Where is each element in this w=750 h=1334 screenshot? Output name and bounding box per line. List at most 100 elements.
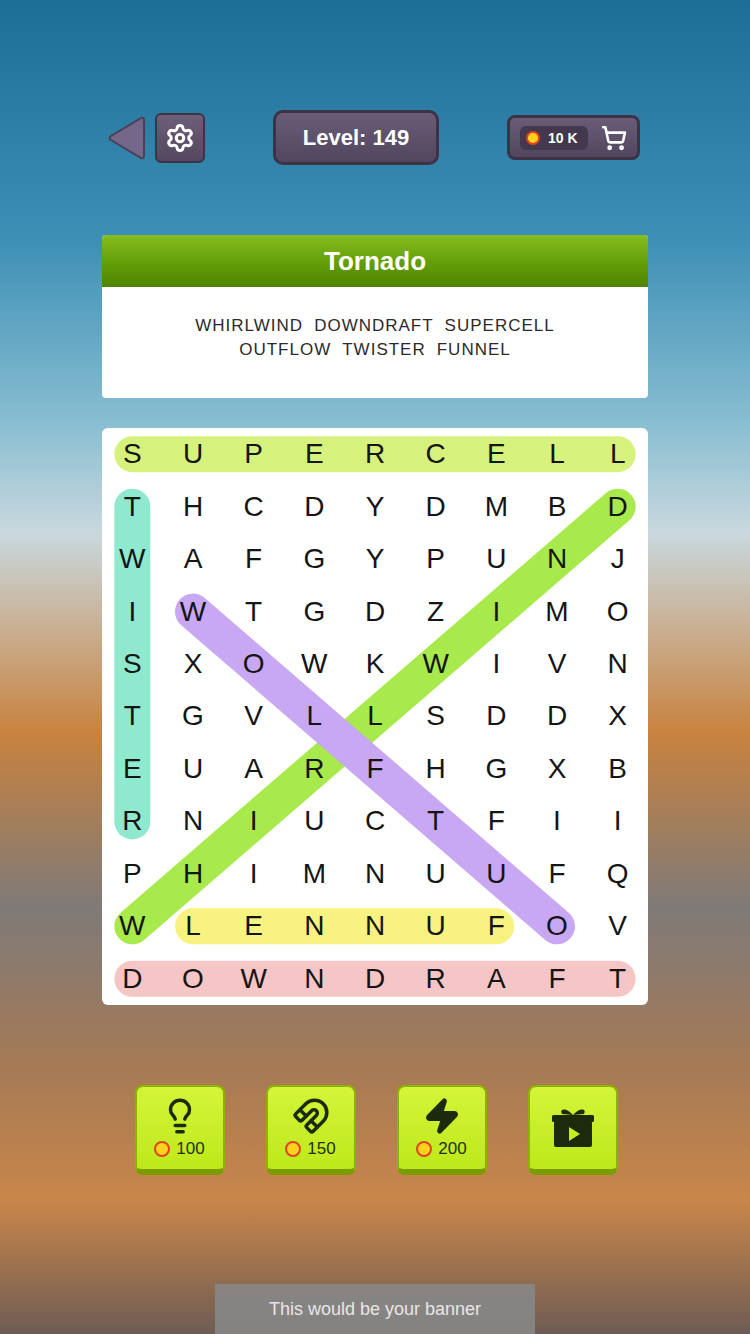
grid-letter[interactable]: U <box>405 848 466 900</box>
grid-letter[interactable]: N <box>284 953 345 1005</box>
grid-letter[interactable]: V <box>223 690 284 742</box>
grid-letter[interactable]: I <box>466 585 527 637</box>
grid-letter[interactable]: D <box>587 480 648 532</box>
grid-letter[interactable]: O <box>587 585 648 637</box>
grid-letter[interactable]: M <box>466 480 527 532</box>
grid-letter[interactable]: W <box>284 638 345 690</box>
shop-button[interactable] <box>601 125 627 151</box>
grid-letter[interactable]: R <box>102 795 163 847</box>
grid-letter[interactable]: D <box>527 690 588 742</box>
grid-letter[interactable]: R <box>405 953 466 1005</box>
grid-letter[interactable]: B <box>587 743 648 795</box>
grid-letter[interactable]: C <box>345 795 406 847</box>
grid-letter[interactable]: S <box>102 428 163 480</box>
grid-letter[interactable]: R <box>345 428 406 480</box>
hint-button[interactable]: 100 <box>135 1085 225 1175</box>
grid-letter[interactable]: T <box>587 953 648 1005</box>
grid-letter[interactable]: K <box>345 638 406 690</box>
grid-letter[interactable]: N <box>284 900 345 952</box>
grid-letter[interactable]: B <box>527 480 588 532</box>
grid-letter[interactable]: V <box>587 900 648 952</box>
grid-letter[interactable]: F <box>466 795 527 847</box>
grid-letter[interactable]: W <box>102 900 163 952</box>
grid-letter[interactable]: E <box>284 428 345 480</box>
grid-letter[interactable]: N <box>527 533 588 585</box>
grid-letter[interactable]: G <box>284 533 345 585</box>
grid-letter[interactable]: I <box>587 795 648 847</box>
grid-letter[interactable]: I <box>466 638 527 690</box>
grid-letter[interactable]: U <box>405 900 466 952</box>
grid-letter[interactable]: L <box>284 690 345 742</box>
grid-letter[interactable]: D <box>102 953 163 1005</box>
grid-letter[interactable]: I <box>102 585 163 637</box>
grid-letter[interactable]: O <box>223 638 284 690</box>
grid-letter[interactable]: X <box>527 743 588 795</box>
grid-letter[interactable]: H <box>163 848 224 900</box>
grid-letter[interactable]: U <box>284 795 345 847</box>
settings-button[interactable] <box>155 113 205 163</box>
grid-letter[interactable]: N <box>587 638 648 690</box>
grid-letter[interactable]: A <box>466 953 527 1005</box>
grid-letter[interactable]: N <box>163 795 224 847</box>
grid-letter[interactable]: X <box>163 638 224 690</box>
grid-letter[interactable]: D <box>345 953 406 1005</box>
grid-letter[interactable]: M <box>527 585 588 637</box>
grid-letter[interactable]: Q <box>587 848 648 900</box>
grid-letter[interactable]: E <box>102 743 163 795</box>
grid-letter[interactable]: T <box>405 795 466 847</box>
grid-letter[interactable]: W <box>102 533 163 585</box>
back-button[interactable] <box>105 113 145 163</box>
grid-letter[interactable]: F <box>223 533 284 585</box>
grid-letter[interactable]: H <box>163 480 224 532</box>
grid-letter[interactable]: M <box>284 848 345 900</box>
grid-letter[interactable]: W <box>405 638 466 690</box>
grid-letter[interactable]: W <box>223 953 284 1005</box>
grid-letter[interactable]: F <box>466 900 527 952</box>
grid-letter[interactable]: J <box>587 533 648 585</box>
grid-letter[interactable]: U <box>466 533 527 585</box>
grid-letter[interactable]: I <box>527 795 588 847</box>
grid-letter[interactable]: D <box>284 480 345 532</box>
grid-letter[interactable]: Y <box>345 533 406 585</box>
grid-letter[interactable]: S <box>405 690 466 742</box>
grid-letter[interactable]: G <box>466 743 527 795</box>
grid-letter[interactable]: L <box>345 690 406 742</box>
grid-letter[interactable]: A <box>223 743 284 795</box>
grid-letter[interactable]: N <box>345 848 406 900</box>
grid-letter[interactable]: O <box>527 900 588 952</box>
lightning-button[interactable]: 200 <box>397 1085 487 1175</box>
grid-letter[interactable]: I <box>223 795 284 847</box>
video-button[interactable] <box>528 1085 618 1175</box>
grid-letter[interactable]: F <box>345 743 406 795</box>
grid-letter[interactable]: Z <box>405 585 466 637</box>
grid-letter[interactable]: U <box>163 428 224 480</box>
grid-letter[interactable]: D <box>405 480 466 532</box>
grid-letter[interactable]: P <box>223 428 284 480</box>
grid-letter[interactable]: S <box>102 638 163 690</box>
grid-letter[interactable]: H <box>405 743 466 795</box>
grid-letter[interactable]: L <box>163 900 224 952</box>
grid-letter[interactable]: W <box>163 585 224 637</box>
grid-letter[interactable]: C <box>405 428 466 480</box>
grid-letter[interactable]: P <box>405 533 466 585</box>
grid-letter[interactable]: A <box>163 533 224 585</box>
ad-banner[interactable]: This would be your banner <box>215 1284 535 1334</box>
grid-letter[interactable]: R <box>284 743 345 795</box>
grid-letter[interactable]: P <box>102 848 163 900</box>
grid-letter[interactable]: O <box>163 953 224 1005</box>
grid-letter[interactable]: V <box>527 638 588 690</box>
grid-letter[interactable]: G <box>284 585 345 637</box>
grid-letter[interactable]: T <box>102 690 163 742</box>
grid-letter[interactable]: T <box>102 480 163 532</box>
grid-letter[interactable]: E <box>223 900 284 952</box>
grid-letter[interactable]: U <box>163 743 224 795</box>
grid-letter[interactable]: U <box>466 848 527 900</box>
coin-shop[interactable]: 10 K <box>507 115 640 160</box>
grid-letter[interactable]: E <box>466 428 527 480</box>
grid-letter[interactable]: G <box>163 690 224 742</box>
grid-letter[interactable]: X <box>587 690 648 742</box>
magnet-button[interactable]: 150 <box>266 1085 356 1175</box>
grid-letter[interactable]: N <box>345 900 406 952</box>
grid-letter[interactable]: T <box>223 585 284 637</box>
grid-letter[interactable]: Y <box>345 480 406 532</box>
